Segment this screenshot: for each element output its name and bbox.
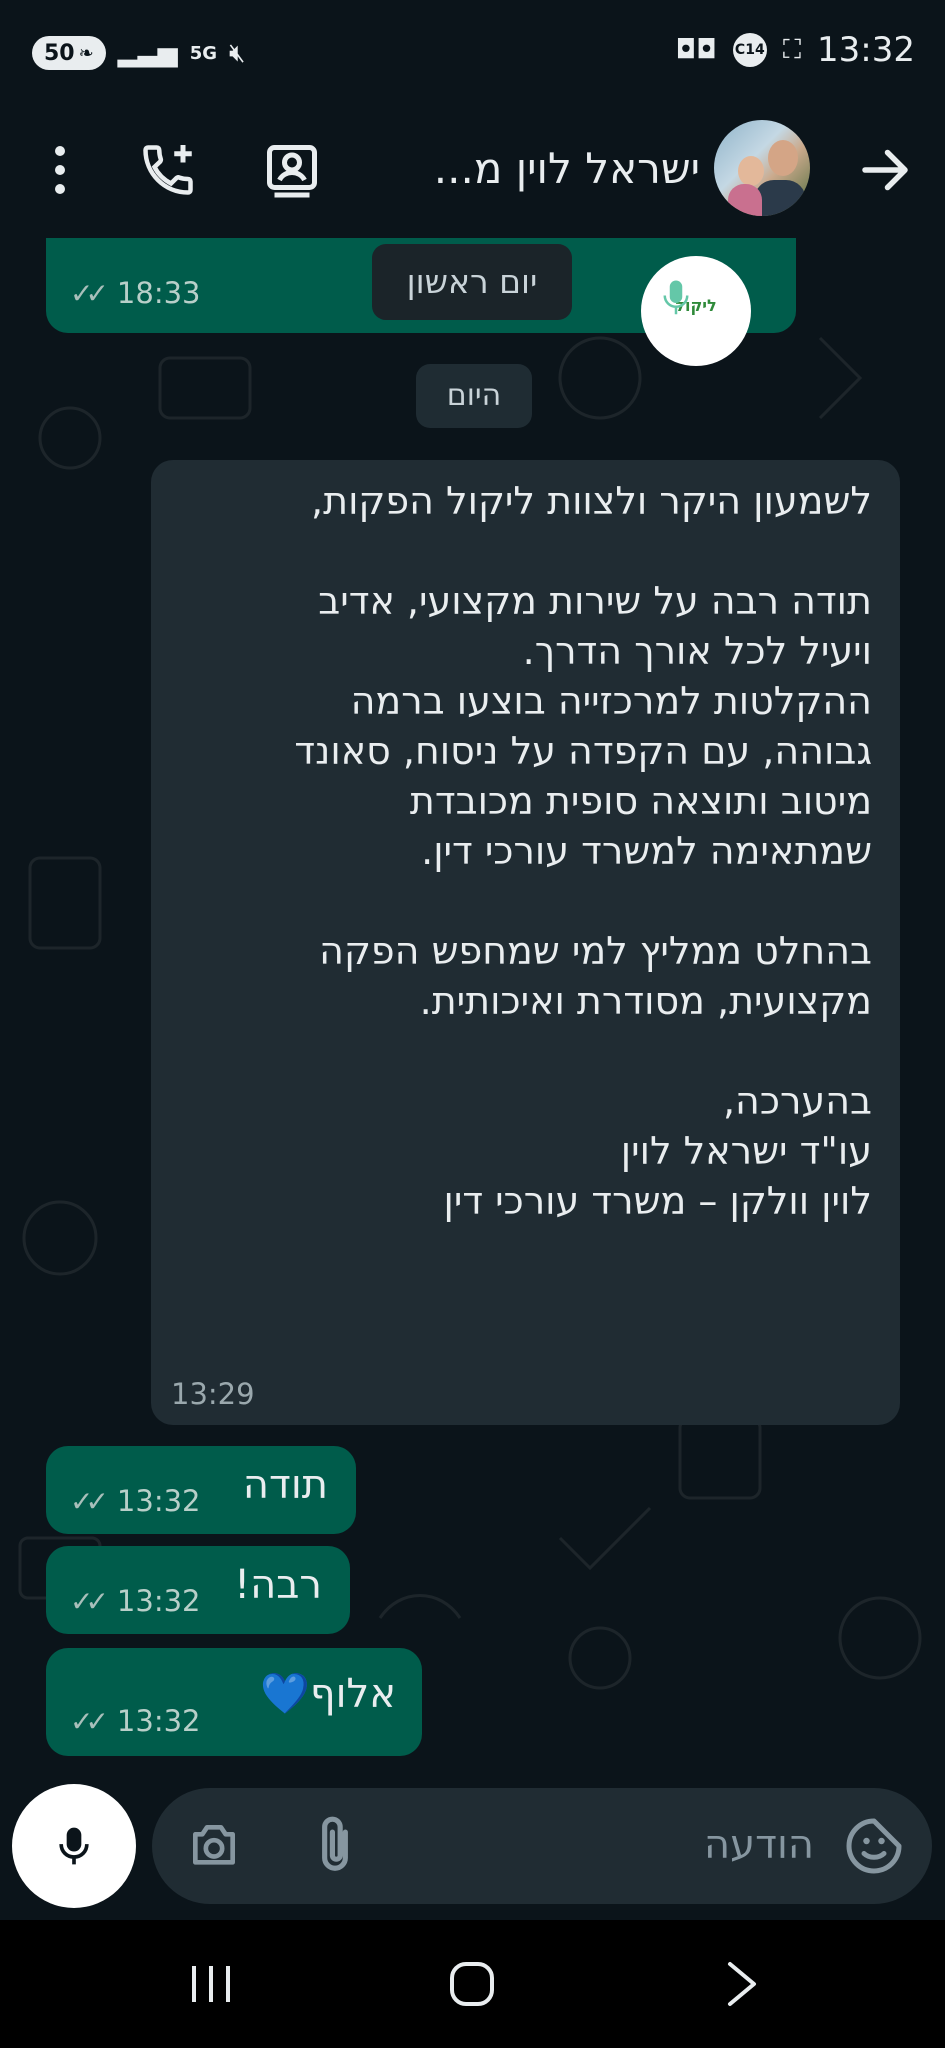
signal-icon: ▂▃▅	[117, 38, 178, 68]
screenshot-icon: ⛶	[782, 34, 802, 65]
blue-heart-emoji: 💙	[260, 1671, 311, 1717]
mic-icon	[59, 1827, 89, 1865]
voice-message-time: 18:33	[116, 276, 201, 310]
home-icon[interactable]	[448, 1960, 496, 2008]
more-vert-icon[interactable]	[40, 140, 80, 200]
logo-text: ליקול	[675, 296, 717, 315]
mic-icon	[663, 280, 689, 315]
contact-name[interactable]: ישראל לוין מ...	[280, 144, 700, 193]
recents-icon[interactable]	[186, 1962, 236, 2006]
status-time: 13:32	[817, 30, 915, 70]
outgoing-message-time: 13:32	[116, 1484, 201, 1518]
chat-header: ישראל לוין מ...	[0, 110, 945, 238]
double-check-icon: ✓✓	[70, 276, 109, 310]
leaf-icon: ❧	[78, 42, 94, 64]
system-nav-bar	[0, 1920, 945, 2048]
add-call-icon[interactable]	[138, 140, 198, 200]
outgoing-message-time: 13:32	[116, 1704, 201, 1738]
voice-message-meta: ✓✓ 18:33	[70, 276, 201, 310]
outgoing-message-time: 13:32	[116, 1584, 201, 1618]
sticker-icon[interactable]	[844, 1816, 904, 1876]
voice-record-button[interactable]	[12, 1784, 136, 1908]
incoming-message-text: לשמעון היקר ולצוות ליקול הפקות, תודה רבה…	[294, 479, 872, 1223]
date-pill-sunday: יום ראשון	[372, 244, 572, 320]
back-icon[interactable]	[722, 1960, 762, 2008]
outgoing-message-text: תודה	[242, 1462, 328, 1508]
outgoing-message-meta: ✓✓ 13:32	[70, 1484, 201, 1518]
double-check-icon: ✓✓	[70, 1704, 109, 1738]
outgoing-message-text: רבה!	[234, 1562, 322, 1608]
incoming-message-time: 13:29	[171, 1377, 255, 1411]
double-check-icon: ✓✓	[70, 1584, 109, 1618]
mute-icon: 🔇︎	[229, 37, 246, 68]
double-check-icon: ✓✓	[70, 1484, 109, 1518]
camera-icon[interactable]	[186, 1818, 242, 1874]
status-right: ◘◘ C14 ⛶ 13:32	[676, 30, 915, 70]
outgoing-message-bubble[interactable]: תודה ✓✓ 13:32	[46, 1446, 356, 1534]
incoming-message-bubble[interactable]: לשמעון היקר ולצוות ליקול הפקות, תודה רבה…	[151, 460, 900, 1425]
message-placeholder: הודעה	[703, 1822, 814, 1868]
outgoing-message-text: אלוף	[310, 1671, 396, 1717]
message-input[interactable]: הודעה	[152, 1788, 932, 1904]
logo-badge: ליקול	[641, 256, 751, 366]
chat-area[interactable]: ✓✓ 18:33 ליקול יום ראשון היום לשמעון היק…	[0, 238, 945, 1780]
notification-badge: C14	[732, 33, 767, 67]
status-left: 50 ❧ ▂▃▅ 5G 🔇︎	[32, 36, 245, 70]
avatar[interactable]	[714, 120, 810, 216]
composer-bar: הודעה	[0, 1780, 945, 1920]
arrow-forward-icon[interactable]	[855, 140, 915, 200]
outgoing-message-meta: ✓✓ 13:32	[70, 1704, 201, 1738]
outgoing-message-content: אלוף💙	[260, 1670, 396, 1717]
outgoing-message-bubble[interactable]: רבה! ✓✓ 13:32	[46, 1546, 350, 1634]
network-label: 5G	[189, 42, 218, 64]
outgoing-message-bubble[interactable]: אלוף💙 ✓✓ 13:32	[46, 1648, 422, 1756]
battery-label: 50	[44, 40, 75, 66]
outgoing-message-meta: ✓✓ 13:32	[70, 1584, 201, 1618]
date-pill-today: היום	[416, 364, 532, 428]
battery-saver-pill: 50 ❧	[32, 36, 106, 70]
status-bar: 50 ❧ ▂▃▅ 5G 🔇︎ ◘◘ C14 ⛶ 13:32	[0, 0, 945, 110]
voicemail-icon: ◘◘	[675, 35, 717, 65]
attach-icon[interactable]	[312, 1814, 358, 1876]
